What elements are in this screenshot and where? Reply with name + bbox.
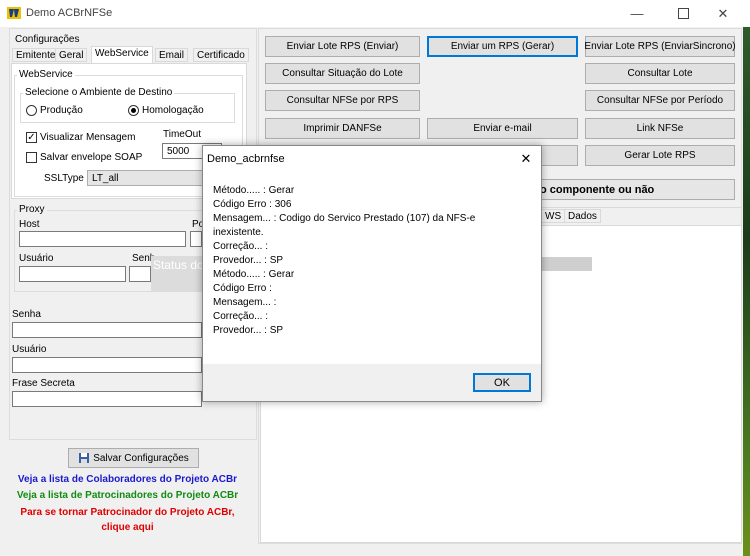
- imprimir-danfse-button[interactable]: Imprimir DANFSe: [265, 118, 420, 139]
- desktop-background: [743, 27, 750, 556]
- senha-input[interactable]: [12, 322, 202, 338]
- ssltype-select[interactable]: LT_all: [87, 170, 207, 186]
- chk-visualizar[interactable]: ✓: [26, 132, 37, 143]
- msg-line-5: Correção... :: [213, 241, 269, 252]
- minimize-icon: —: [630, 6, 644, 21]
- msg-line-7: Método..... : Gerar: [213, 269, 295, 280]
- msg-line-9: Mensagem... :: [213, 297, 277, 308]
- floppy-disk-icon: [79, 453, 90, 463]
- enviar-lote-sincrono-button[interactable]: Enviar Lote RPS (EnviarSincrono): [584, 36, 736, 57]
- msg-line-1: Método..... : Gerar: [213, 185, 295, 196]
- webservice-group-label: WebService: [17, 69, 75, 80]
- config-label: Configurações: [13, 34, 82, 45]
- proxy-group-label: Proxy: [17, 204, 47, 215]
- consultar-nfse-periodo-button[interactable]: Consultar NFSe por Período: [585, 90, 735, 111]
- link-tornar-patrocinador[interactable]: Para se tornar Patrocinador do Projeto A…: [0, 507, 255, 518]
- enviar-um-rps-button[interactable]: Enviar um RPS (Gerar): [427, 36, 578, 57]
- chk-visualizar-label: Visualizar Mensagem: [40, 132, 136, 143]
- tab-email[interactable]: Email: [155, 48, 189, 62]
- minimize-button[interactable]: —: [614, 0, 660, 27]
- tab-webservice[interactable]: WebService: [91, 46, 153, 63]
- radio-producao-label: Produção: [40, 105, 83, 116]
- enviar-lote-rps-button[interactable]: Enviar Lote RPS (Enviar): [265, 36, 420, 57]
- proxy-usuario-input[interactable]: [19, 266, 126, 282]
- link-colaboradores[interactable]: Veja a lista de Colaboradores do Projeto…: [0, 474, 255, 485]
- porta-input[interactable]: [190, 231, 202, 247]
- ssltype-label: SSLType: [44, 173, 84, 184]
- progress-remnant: [541, 257, 592, 271]
- title-bar: Demo ACBrNFSe — ✕: [0, 0, 750, 27]
- msg-line-10: Correção... :: [213, 311, 269, 322]
- dialog-footer: OK: [203, 364, 541, 401]
- link-clique-aqui[interactable]: clique aqui: [0, 522, 255, 533]
- frase-input[interactable]: [12, 391, 202, 407]
- message-dialog: Demo_acbrnfse ✕ Método..... : Gerar Códi…: [202, 145, 542, 402]
- radio-homologacao-label: Homologação: [142, 105, 204, 116]
- window-title: Demo ACBrNFSe: [26, 7, 113, 19]
- chk-salvar-label: Salvar envelope SOAP: [40, 152, 143, 163]
- save-config-button[interactable]: Salvar Configurações: [68, 448, 199, 468]
- proxy-senha-input[interactable]: [129, 266, 151, 282]
- dialog-title: Demo_acbrnfse: [207, 153, 285, 165]
- link-patrocinadores[interactable]: Veja a lista de Patrocinadores do Projet…: [0, 490, 255, 501]
- msg-line-11: Provedor... : SP: [213, 325, 284, 336]
- close-button[interactable]: ✕: [700, 0, 746, 27]
- host-input[interactable]: [19, 231, 186, 247]
- tab-dados[interactable]: Dados: [564, 209, 601, 223]
- msg-line-3: Mensagem... : Codigo do Servico Prestado…: [213, 213, 476, 224]
- timeout-label: TimeOut: [163, 129, 201, 140]
- dialog-close-button[interactable]: ✕: [516, 149, 536, 169]
- msg-line-8: Código Erro :: [213, 283, 272, 294]
- tab-certificado[interactable]: Certificado: [193, 48, 249, 62]
- msg-line-4: inexistente.: [213, 227, 264, 238]
- usuario-input[interactable]: [12, 357, 202, 373]
- tab-emitente[interactable]: Emitente: [12, 48, 60, 62]
- msg-line-6: Provedor... : SP: [213, 255, 284, 266]
- consultar-nfse-rps-button[interactable]: Consultar NFSe por RPS: [265, 90, 420, 111]
- tab-geral[interactable]: Geral: [55, 48, 88, 62]
- senha-label: Senha: [12, 309, 41, 320]
- app-icon: [7, 7, 21, 19]
- ambiente-group-label: Selecione o Ambiente de Destino: [23, 87, 175, 98]
- enviar-email-button[interactable]: Enviar e-mail: [427, 118, 578, 139]
- radio-producao[interactable]: [26, 105, 37, 116]
- check-icon: ✓: [27, 132, 36, 143]
- frase-label: Frase Secreta: [12, 378, 75, 389]
- consultar-situacao-button[interactable]: Consultar Situação do Lote: [265, 63, 420, 84]
- link-nfse-button[interactable]: Link NFSe: [585, 118, 735, 139]
- save-config-label: Salvar Configurações: [93, 452, 189, 464]
- consultar-lote-button[interactable]: Consultar Lote: [585, 63, 735, 84]
- host-label: Host: [19, 219, 40, 230]
- tab-ws[interactable]: WS: [541, 209, 566, 223]
- maximize-icon: [677, 8, 689, 19]
- radio-homologacao[interactable]: [128, 105, 139, 116]
- msg-line-2: Código Erro : 306: [213, 199, 292, 210]
- chk-salvar[interactable]: [26, 152, 37, 163]
- gerar-lote-rps-button[interactable]: Gerar Lote RPS: [585, 145, 735, 166]
- close-icon: ✕: [520, 151, 532, 166]
- usuario-label: Usuário: [12, 344, 47, 355]
- status-overlay-text: Status do: [153, 258, 204, 272]
- close-icon: ✕: [717, 5, 729, 21]
- ok-button[interactable]: OK: [473, 373, 531, 392]
- proxy-usuario-label: Usuário: [19, 253, 54, 264]
